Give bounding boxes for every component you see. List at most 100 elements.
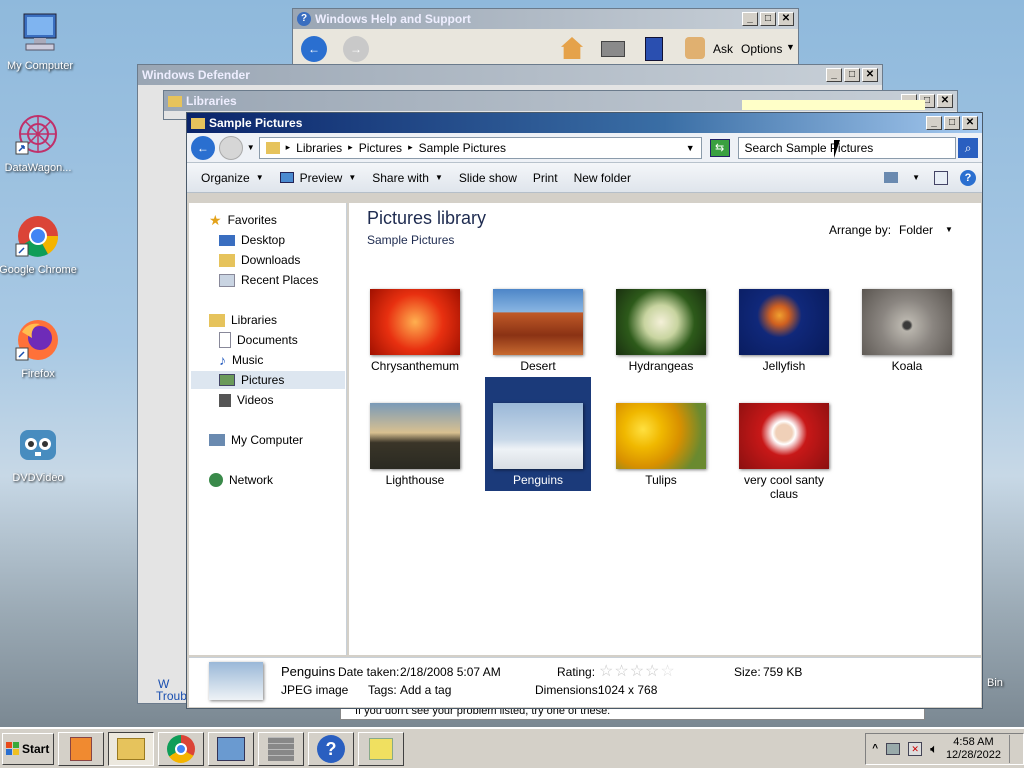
options-button[interactable]: Options xyxy=(741,42,782,56)
thumbnail-tulips[interactable]: Tulips xyxy=(608,403,714,487)
refresh-icon[interactable]: ⇆ xyxy=(709,138,730,157)
nav-label: Documents xyxy=(237,333,298,347)
close-button[interactable]: ✕ xyxy=(862,68,878,82)
explorer-window[interactable]: Sample Pictures _ □ ✕ ← ▼ ▸ Libraries ▸ Pi… xyxy=(186,112,983,709)
organize-button[interactable]: Organize ▼ xyxy=(193,171,272,185)
nav-recent-places[interactable]: Recent Places xyxy=(219,271,318,289)
desktop-icon-label: DVDVideo xyxy=(12,472,64,484)
star-icon[interactable]: ☆ xyxy=(630,663,645,680)
back-button[interactable]: ← xyxy=(191,135,215,160)
thumbnail-koala[interactable]: Koala xyxy=(854,289,960,373)
share-with-button[interactable]: Share with ▼ xyxy=(364,171,451,185)
show-desktop-button[interactable] xyxy=(1009,734,1017,763)
chevron-up-icon[interactable]: ^ xyxy=(872,743,878,754)
minimize-button[interactable]: _ xyxy=(826,68,842,82)
nav-network[interactable]: Network xyxy=(209,471,273,489)
maximize-button[interactable]: □ xyxy=(844,68,860,82)
nav-videos[interactable]: Videos xyxy=(219,391,273,409)
print-button[interactable]: Print xyxy=(525,171,566,185)
nav-pictures[interactable]: Pictures xyxy=(191,371,345,389)
ask-button[interactable]: Ask xyxy=(713,42,733,56)
network-icon[interactable] xyxy=(886,742,901,755)
help-title-bar[interactable]: ? Windows Help and Support _ □ ✕ xyxy=(293,9,798,29)
chrome-icon xyxy=(167,734,195,763)
chrysanthemum-image xyxy=(370,289,460,355)
close-button[interactable]: ✕ xyxy=(778,12,794,26)
thumbnail-jellyfish[interactable]: Jellyfish xyxy=(731,289,837,373)
chevron-down-icon[interactable]: ▼ xyxy=(686,143,695,153)
defender-title-bar[interactable]: Windows Defender _ □ ✕ xyxy=(138,65,882,85)
nav-documents[interactable]: Documents xyxy=(219,331,298,349)
book-icon[interactable] xyxy=(645,37,663,61)
search-input[interactable] xyxy=(737,136,957,159)
close-button[interactable]: ✕ xyxy=(937,94,953,108)
star-icon[interactable]: ☆ xyxy=(599,663,614,680)
breadcrumb-libraries[interactable]: Libraries xyxy=(296,141,342,155)
thumbnail-chrysanthemum[interactable]: Chrysanthemum xyxy=(362,289,468,373)
slide-show-button[interactable]: Slide show xyxy=(451,171,525,185)
close-button[interactable]: ✕ xyxy=(962,116,978,130)
taskbar-media-player[interactable] xyxy=(58,731,104,766)
thumbnail-desert[interactable]: Desert xyxy=(485,289,591,373)
nav-my-computer[interactable]: My Computer xyxy=(209,431,303,449)
taskbar-help[interactable]: ? xyxy=(308,731,354,766)
star-icon[interactable]: ☆ xyxy=(660,663,675,680)
preview-button[interactable]: Preview ▼ xyxy=(272,171,365,185)
taskbar-firewall[interactable] xyxy=(258,731,304,766)
star-icon[interactable]: ☆ xyxy=(645,663,660,680)
address-bar[interactable]: ▸ Libraries ▸ Pictures ▸ Sample Pictures… xyxy=(258,136,702,159)
nav-music[interactable]: ♪ Music xyxy=(219,351,263,369)
thumbnail-santa[interactable]: very cool santy claus xyxy=(731,403,837,501)
clock[interactable]: 4:58 AM 12/28/2022 xyxy=(946,736,1001,762)
home-icon[interactable] xyxy=(561,37,583,59)
new-folder-button[interactable]: New folder xyxy=(566,171,639,185)
desktop-icon-my-computer[interactable]: My Computer xyxy=(0,10,80,72)
view-icon[interactable] xyxy=(884,172,899,183)
ask-icon[interactable] xyxy=(685,37,705,59)
volume-icon[interactable]: 🔈︎ xyxy=(930,741,938,757)
firewall-icon xyxy=(268,736,294,761)
preview-pane-icon[interactable] xyxy=(934,170,948,185)
lighthouse-image xyxy=(370,403,460,469)
chevron-down-icon[interactable]: ▼ xyxy=(912,173,920,182)
explorer-title-bar[interactable]: Sample Pictures _ □ ✕ xyxy=(187,113,982,133)
breadcrumb-pictures[interactable]: Pictures xyxy=(359,141,402,155)
desktop-icon-chrome[interactable]: Google Chrome xyxy=(0,214,78,276)
print-icon[interactable] xyxy=(601,41,625,57)
rating-stars[interactable]: ☆☆☆☆☆ xyxy=(599,661,676,681)
start-button[interactable]: Start xyxy=(2,732,54,765)
star-icon[interactable]: ☆ xyxy=(614,663,629,680)
arrange-by-dropdown[interactable]: Folder ▼ xyxy=(899,223,953,237)
nav-label: Music xyxy=(232,353,264,367)
desktop-icon-firefox[interactable]: Firefox xyxy=(0,318,78,380)
forward-arrow-icon[interactable]: → xyxy=(343,36,369,62)
nav-downloads[interactable]: Downloads xyxy=(219,251,300,269)
nav-libraries[interactable]: Libraries xyxy=(209,311,277,329)
minimize-button[interactable]: _ xyxy=(742,12,758,26)
breadcrumb-sample-pictures[interactable]: Sample Pictures xyxy=(419,141,506,155)
action-center-icon[interactable]: ✕ xyxy=(908,741,923,756)
search-icon[interactable]: ⌕ xyxy=(958,137,978,158)
taskbar-chrome[interactable] xyxy=(158,731,204,766)
nav-desktop[interactable]: Desktop xyxy=(219,231,285,249)
forward-button[interactable] xyxy=(218,135,243,160)
thumbnail-lighthouse[interactable]: Lighthouse xyxy=(362,403,468,487)
details-tags-value[interactable]: Add a tag xyxy=(400,683,451,697)
taskbar-control-panel[interactable] xyxy=(208,731,254,766)
desktop-icon-datawagon[interactable]: DataWagon... xyxy=(0,112,78,174)
desktop-icon-dvdvideo[interactable]: DVDVideo xyxy=(0,422,78,484)
maximize-button[interactable]: □ xyxy=(944,116,960,130)
thumbnail-penguins[interactable]: Penguins xyxy=(485,377,591,491)
back-arrow-icon[interactable]: ← xyxy=(301,36,327,62)
windows-logo-icon xyxy=(6,742,19,755)
help-window-title: Windows Help and Support xyxy=(315,12,471,26)
thumbnail-hydrangeas[interactable]: Hydrangeas xyxy=(608,289,714,373)
taskbar-sticky-notes[interactable] xyxy=(358,731,404,766)
network-icon xyxy=(209,473,223,487)
nav-favorites[interactable]: ★ Favorites xyxy=(209,211,277,229)
taskbar-explorer[interactable] xyxy=(108,731,154,766)
minimize-button[interactable]: _ xyxy=(926,116,942,130)
chevron-down-icon[interactable]: ▼ xyxy=(247,143,255,152)
help-icon[interactable]: ? xyxy=(960,169,976,186)
maximize-button[interactable]: □ xyxy=(760,12,776,26)
